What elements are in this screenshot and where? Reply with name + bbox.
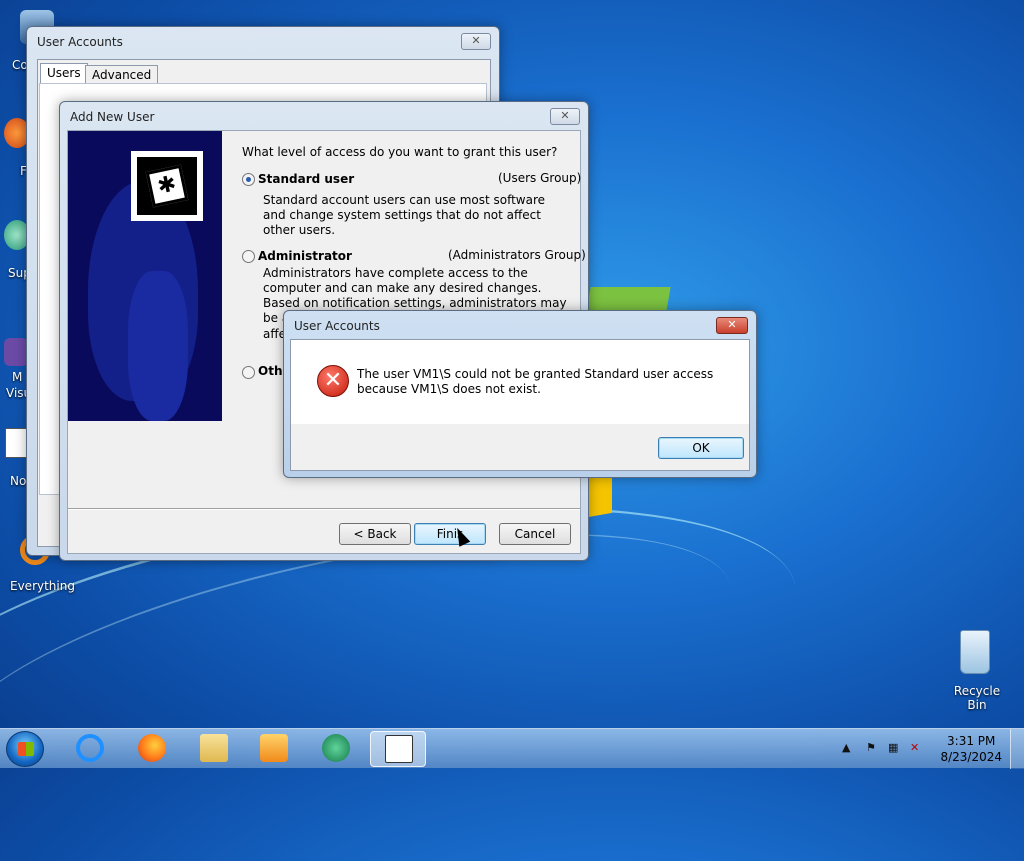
user-accounts-app-icon [385,735,413,763]
standard-user-radio[interactable] [242,173,255,186]
administrator-group: (Administrators Group) [448,248,586,262]
show-hidden-icons-icon[interactable]: ▲ [842,742,856,754]
dialog-content: ✕ The user VM1\S could not be granted St… [290,339,750,471]
close-button[interactable]: ✕ [716,317,748,334]
taskbar-app-green[interactable] [308,731,364,767]
standard-user-group: (Users Group) [498,171,582,185]
users-logo-icon: ✱ [131,151,203,221]
standard-user-description: Standard account users can use most soft… [263,193,546,237]
access-question: What level of access do you want to gran… [242,145,558,159]
desktop-icon-recycle-bin[interactable]: Recycle Bin [940,630,1010,712]
close-button[interactable]: ✕ [461,33,491,50]
volume-muted-icon[interactable]: ✕ [910,742,924,754]
ok-button[interactable]: OK [658,437,744,459]
recycle-bin-icon [960,630,990,674]
network-icon[interactable]: ▦ [888,742,902,754]
windows-flag-icon [18,742,34,756]
clock-date: 8/23/2024 [940,750,1002,764]
folder-icon [200,734,228,762]
start-button[interactable] [6,731,44,767]
button-separator [68,508,580,510]
wizard-banner: ✱ [68,131,222,421]
notepad-icon [5,428,27,458]
dialog-title: User Accounts [294,319,380,333]
desktop-icon-visual-studio[interactable]: M Visu [4,338,31,400]
administrator-label[interactable]: Administrator [258,249,352,263]
taskbar: ▲ ⚑ ▦ ✕ 3:31 PM 8/23/2024 [0,728,1024,769]
desktop-icon-support[interactable]: Sup [4,220,31,280]
error-icon: ✕ [317,365,349,397]
close-button[interactable]: ✕ [550,108,580,125]
dialog-title: Add New User [70,110,155,124]
tab-users[interactable]: Users [40,63,88,83]
taskbar-media-player[interactable] [246,731,302,767]
tray-clock[interactable]: 3:31 PM 8/23/2024 [940,733,1002,765]
banner-silhouette [128,271,188,421]
standard-user-label[interactable]: Standard user [258,172,354,186]
tab-advanced[interactable]: Advanced [85,65,159,83]
cancel-button[interactable]: Cancel [499,523,571,545]
visual-studio-icon [4,338,28,366]
internet-explorer-icon [76,734,104,762]
taskbar-firefox[interactable] [124,731,180,767]
administrator-radio[interactable] [242,250,255,263]
desktop-icon-firefox[interactable]: F [4,118,30,178]
finish-button[interactable]: Finis [414,523,486,545]
other-radio[interactable] [242,366,255,379]
desktop-icon-notepad[interactable]: No [4,428,28,488]
show-desktop-button[interactable] [1010,729,1024,769]
taskbar-file-explorer[interactable] [186,731,242,767]
back-button[interactable]: < Back [339,523,411,545]
windows-logo-fragment [588,472,612,518]
window-title: User Accounts [37,35,123,49]
firefox-icon [138,734,166,762]
media-player-icon [260,734,288,762]
taskbar-internet-explorer[interactable] [62,731,118,767]
clock-time: 3:31 PM [947,734,996,748]
action-center-flag-icon[interactable]: ⚑ [866,742,880,754]
green-app-icon [322,734,350,762]
error-message: The user VM1\S could not be granted Stan… [357,367,714,396]
taskbar-user-accounts[interactable] [370,731,426,767]
error-dialog: User Accounts ✕ ✕ The user VM1\S could n… [283,310,757,478]
